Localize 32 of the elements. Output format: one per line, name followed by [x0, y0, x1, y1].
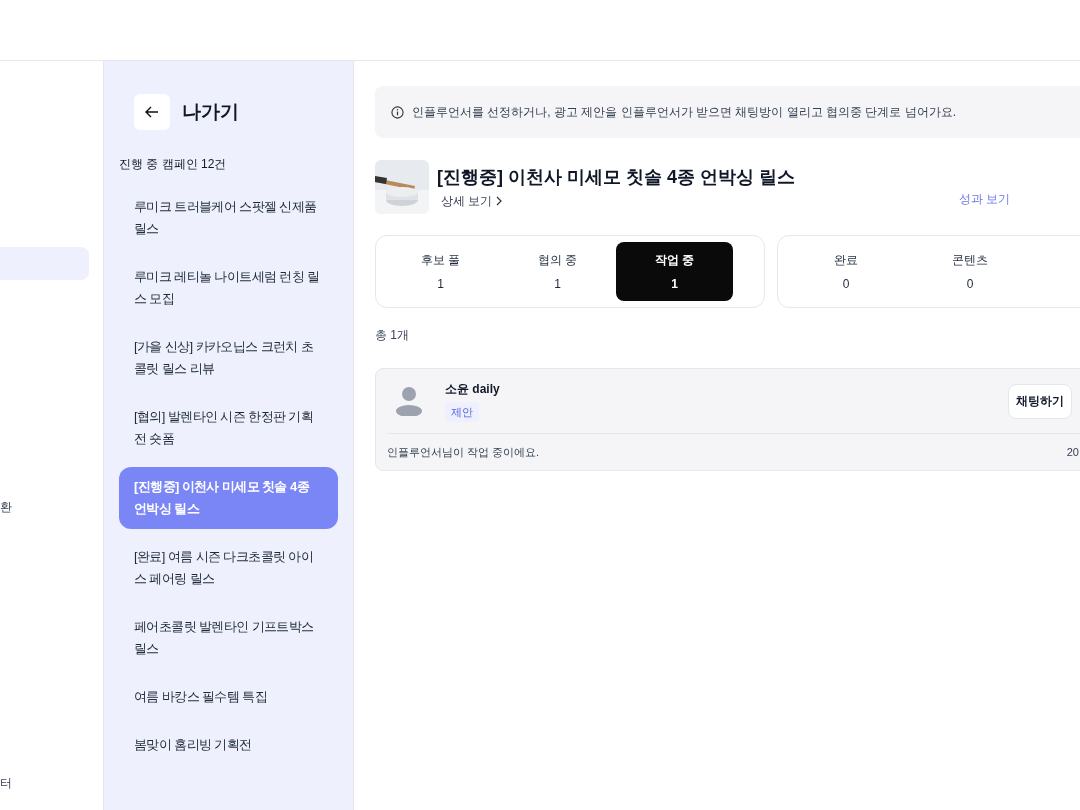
stage-tab[interactable]: 협의 중 1: [499, 242, 616, 301]
campaign-item[interactable]: 페어초콜릿 발렌타인 기프트박스 릴스: [119, 607, 338, 669]
campaign-title: [진행중] 이천사 미세모 칫솔 4종 언박싱 릴스: [437, 165, 795, 189]
campaign-item[interactable]: [완료] 여름 시즌 다크초콜릿 아이스 페어링 릴스: [119, 537, 338, 599]
total-count: 총 1개: [375, 327, 410, 344]
nav-item-text[interactable]: 터: [0, 774, 12, 792]
notice-text: 인플루언서를 선정하거나, 광고 제안을 인플루언서가 받으면 채팅방이 열리고 협의중 단계로 넘어가요.: [412, 104, 956, 121]
campaign-item[interactable]: 루미크 레티놀 나이트세럼 런칭 릴스 모집: [119, 257, 338, 319]
stage-tab[interactable]: 콘텐츠 0: [908, 242, 1032, 301]
influencer-name: 소윤 daily: [445, 380, 500, 398]
nav-item-text[interactable]: 환: [0, 498, 12, 516]
campaign-item[interactable]: 여름 바캉스 필수템 특집: [119, 677, 338, 717]
stage-tab[interactable]: 작업 중 1: [616, 242, 733, 301]
avatar-icon: [395, 386, 423, 416]
info-icon: [391, 105, 404, 119]
performance-link[interactable]: 성과 보기: [958, 190, 1010, 208]
campaign-item[interactable]: [협의] 발렌타인 시즌 한정판 기획전 숏폼: [119, 397, 338, 459]
stage-tab[interactable]: 완료 0: [784, 242, 908, 301]
back-button[interactable]: [134, 94, 170, 130]
campaign-item[interactable]: 루미크 트러블케어 스팟젤 신제품 릴스: [119, 187, 338, 249]
chat-button[interactable]: 채팅하기: [1008, 383, 1072, 419]
campaign-count: 진행 중 캠페인 12건: [119, 156, 228, 173]
proposal-tag: 제안: [445, 401, 479, 423]
status-text: 인플루언서님이 작업 중이에요.: [387, 444, 540, 460]
back-label: 나가기: [182, 99, 239, 124]
back-arrow-icon: [145, 106, 159, 118]
campaign-item[interactable]: [가을 신상] 카카오닙스 크런치 초콜릿 릴스 리뷰: [119, 327, 338, 389]
campaign-item[interactable]: 봄맞이 홈리빙 기획전: [119, 725, 338, 765]
detail-link[interactable]: 상세 보기: [441, 191, 795, 210]
stage-tab[interactable]: 후보 풀 1: [382, 242, 499, 301]
chevron-right-icon: [496, 195, 503, 206]
date-text: 20: [1066, 444, 1079, 460]
